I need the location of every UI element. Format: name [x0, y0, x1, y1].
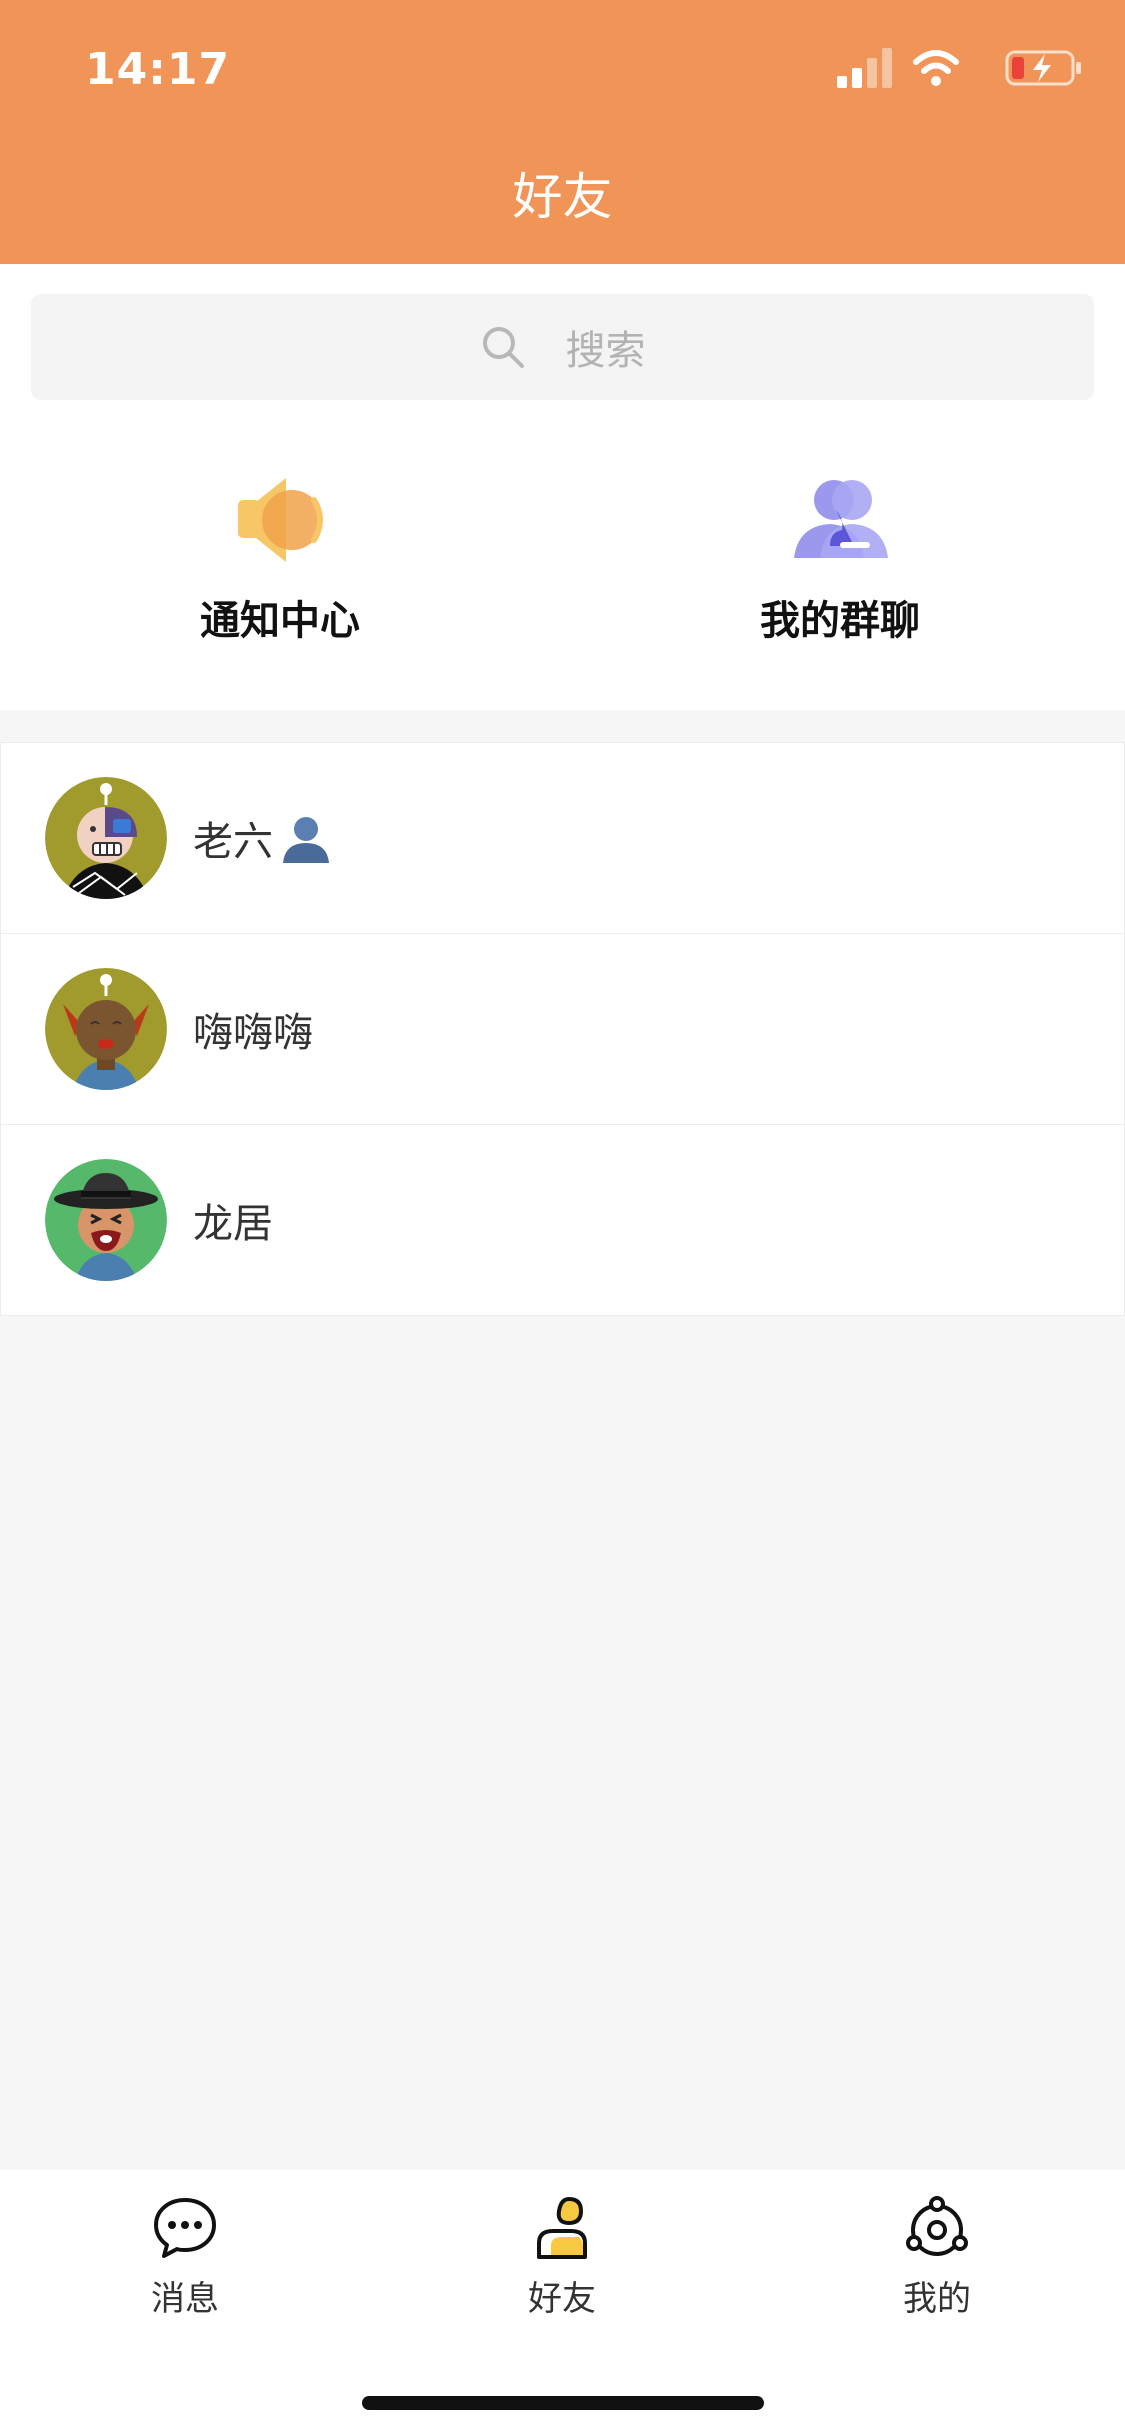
tab-messages-label: 消息 — [151, 2279, 219, 2319]
profile-hub-icon — [906, 2196, 968, 2256]
tab-friends[interactable]: 好友 — [462, 2195, 662, 2320]
friend-row[interactable]: 龙居 — [1, 1125, 1124, 1315]
tab-friends-label: 好友 — [528, 2279, 596, 2319]
friend-row[interactable]: 老六 — [1, 743, 1124, 934]
search-section: 搜索 通知中心 我的群聊 — [0, 264, 1125, 710]
avatar — [45, 777, 167, 899]
friend-name: 老六 — [193, 819, 273, 865]
friend-name: 嗨嗨嗨 — [193, 1010, 313, 1056]
avatar — [45, 968, 167, 1090]
status-time: 14:17 — [85, 44, 231, 95]
notification-center-label: 通知中心 — [200, 598, 360, 644]
my-groups-button[interactable]: 我的群聊 — [650, 470, 1030, 670]
search-icon — [482, 327, 524, 368]
my-groups-label: 我的群聊 — [760, 598, 920, 644]
notification-center-button[interactable]: 通知中心 — [90, 470, 470, 670]
group-icon — [794, 480, 888, 558]
friend-row[interactable]: 嗨嗨嗨 — [1, 934, 1124, 1125]
page-title: 好友 — [512, 168, 613, 226]
friend-name: 龙居 — [193, 1201, 273, 1247]
search-placeholder: 搜索 — [565, 328, 646, 374]
avatar — [45, 1159, 167, 1281]
header-bar: 14:17 好友 — [0, 0, 1125, 264]
tab-mine-label: 我的 — [903, 2279, 971, 2319]
speaker-icon — [238, 478, 323, 562]
person-silhouette-icon — [283, 817, 329, 863]
signal-icon — [837, 48, 892, 88]
chat-bubble-icon — [154, 2198, 216, 2258]
tab-messages[interactable]: 消息 — [85, 2195, 285, 2320]
home-indicator — [362, 2396, 764, 2410]
search-input[interactable]: 搜索 — [31, 294, 1094, 400]
friend-icon — [537, 2196, 587, 2259]
battery-icon — [1005, 50, 1081, 86]
tab-mine[interactable]: 我的 — [837, 2195, 1037, 2320]
wifi-icon — [913, 50, 959, 86]
friend-list: 老六 嗨嗨嗨 龙居 — [0, 742, 1125, 1316]
